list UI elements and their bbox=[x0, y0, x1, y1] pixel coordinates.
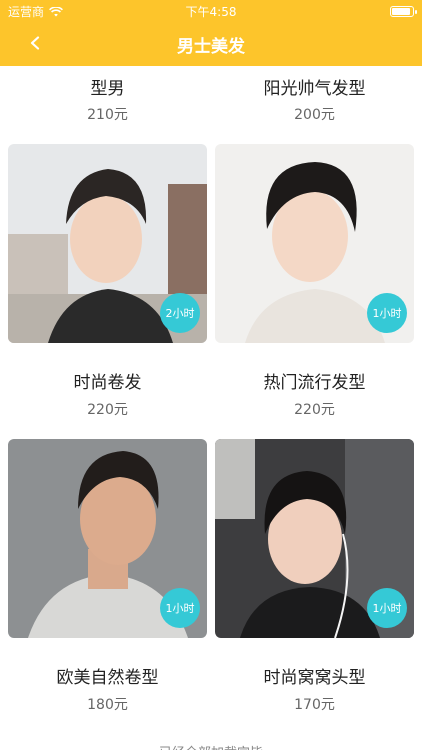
chevron-left-icon bbox=[29, 35, 41, 54]
hairstyle-price: 170元 bbox=[294, 697, 335, 713]
duration-badge: 1小时 bbox=[367, 588, 407, 628]
page-title: 男士美发 bbox=[177, 36, 245, 57]
hairstyle-card[interactable]: 2小时 时尚卷发 220元 bbox=[8, 144, 207, 418]
hairstyle-name: 型男 bbox=[90, 79, 125, 99]
carrier-label: 运营商 bbox=[8, 4, 45, 19]
battery-icon bbox=[390, 5, 417, 17]
hairstyle-photo: 1小时 bbox=[215, 439, 414, 638]
hairstyle-price: 220元 bbox=[294, 402, 335, 418]
hairstyle-price: 200元 bbox=[294, 107, 335, 123]
hairstyle-card[interactable]: 1小时 欧美自然卷型 180元 bbox=[8, 439, 207, 713]
duration-badge: 1小时 bbox=[160, 588, 200, 628]
hairstyle-name: 热门流行发型 bbox=[263, 373, 366, 393]
hairstyle-price: 220元 bbox=[87, 402, 128, 418]
hairstyle-name: 阳光帅气发型 bbox=[263, 79, 366, 99]
hairstyle-name: 时尚窝窝头型 bbox=[263, 668, 366, 688]
nav-bar: 男士美发 bbox=[0, 22, 422, 66]
hairstyle-price: 210元 bbox=[87, 107, 128, 123]
hairstyle-photo: 2小时 bbox=[8, 144, 207, 343]
hairstyle-name: 时尚卷发 bbox=[73, 373, 142, 393]
status-bar: 运营商 下午4:58 bbox=[0, 0, 422, 22]
hairstyle-card[interactable]: 1小时 时尚窝窝头型 170元 bbox=[215, 439, 414, 713]
duration-badge: 1小时 bbox=[367, 293, 407, 333]
status-time: 下午4:58 bbox=[185, 4, 237, 19]
hairstyle-photo: 1小时 bbox=[215, 144, 414, 343]
hairstyle-card[interactable]: 1小时 热门流行发型 220元 bbox=[215, 144, 414, 418]
hairstyle-list[interactable]: 型男 210元 阳光帅气发型 200元 2小时 时尚卷发 220元 1小时 热门… bbox=[0, 66, 422, 750]
wifi-icon bbox=[49, 6, 63, 17]
duration-badge: 2小时 bbox=[160, 293, 200, 333]
hairstyle-name: 欧美自然卷型 bbox=[56, 668, 159, 688]
load-complete-text: 已经全部加载完毕 bbox=[0, 742, 422, 750]
hairstyle-photo: 1小时 bbox=[8, 439, 207, 638]
back-button[interactable] bbox=[22, 31, 48, 57]
hairstyle-price: 180元 bbox=[87, 697, 128, 713]
